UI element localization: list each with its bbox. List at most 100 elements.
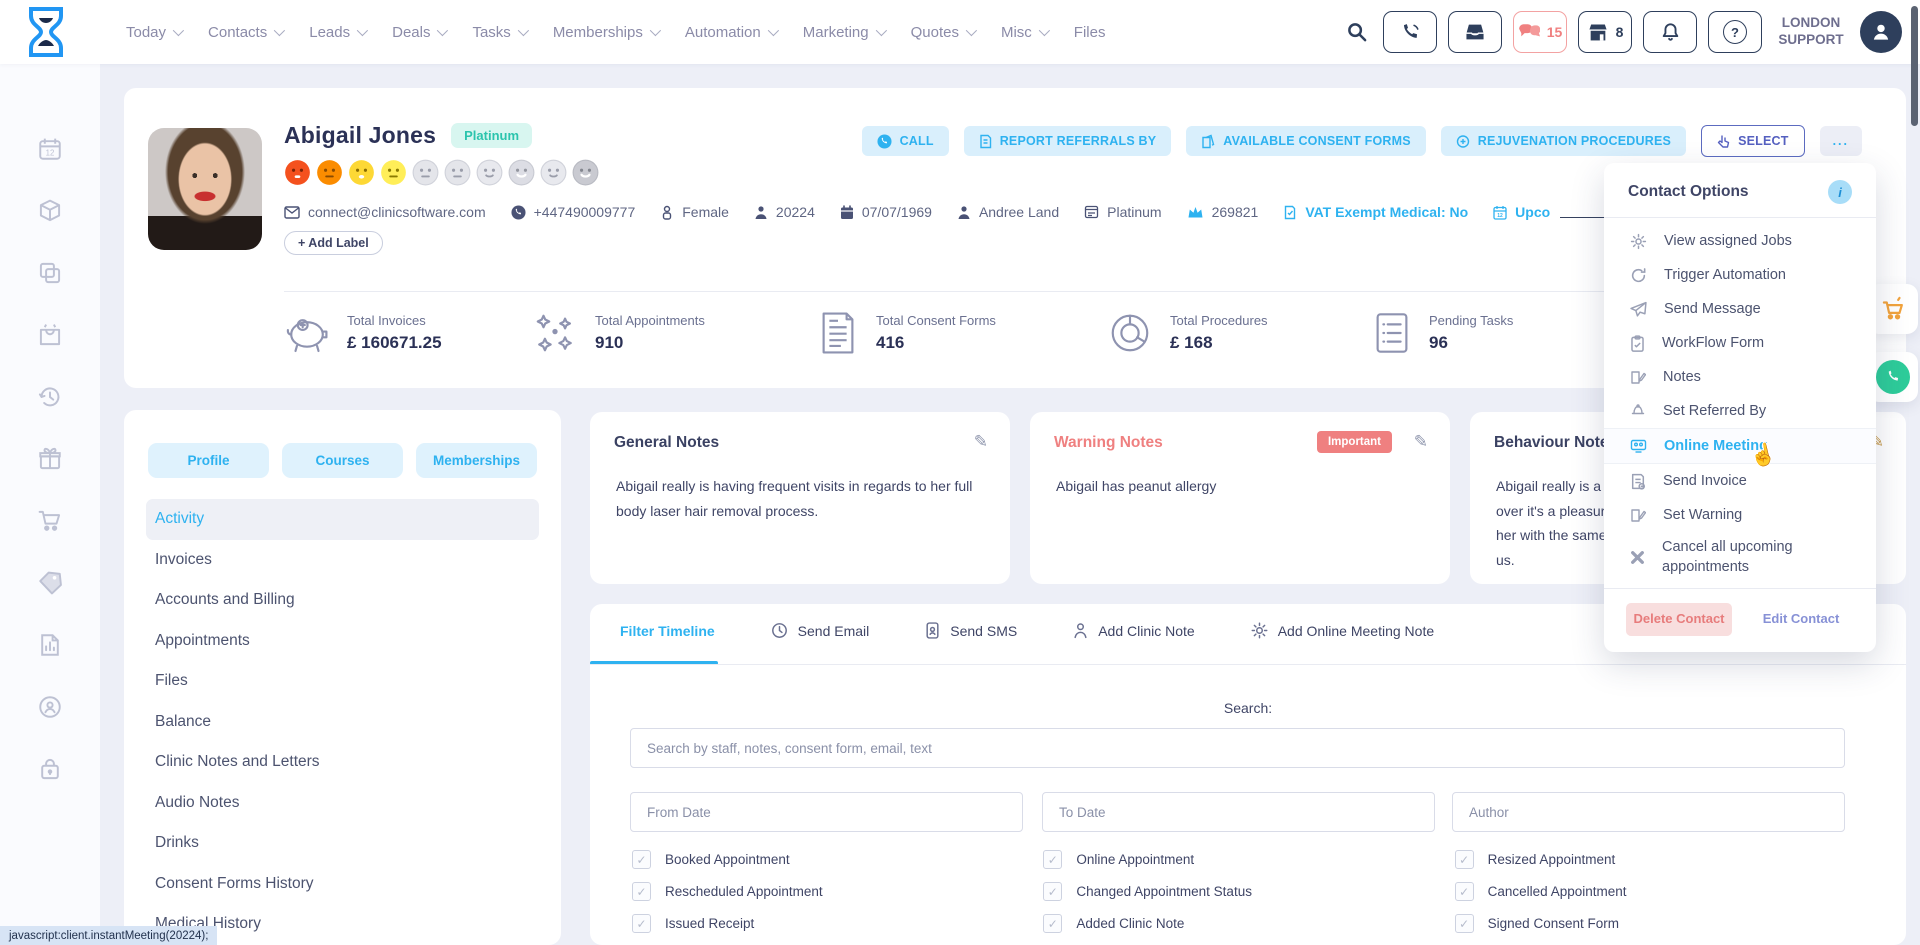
menu-set-warning[interactable]: Set Warning xyxy=(1604,498,1876,532)
section-activity[interactable]: Activity xyxy=(146,499,539,540)
phone-calls-button[interactable] xyxy=(1383,11,1437,53)
from-date-input[interactable] xyxy=(630,792,1023,832)
section-invoices[interactable]: Invoices xyxy=(124,540,561,581)
report-referrals-button[interactable]: REPORT REFERRALS BY xyxy=(964,126,1172,156)
tab-filter-timeline[interactable]: Filter Timeline xyxy=(620,623,715,639)
section-consent-forms-history[interactable]: Consent Forms History xyxy=(124,864,561,905)
nav-quotes[interactable]: Quotes xyxy=(911,24,974,41)
checkbox-checked[interactable] xyxy=(1043,914,1062,933)
inbox-button[interactable] xyxy=(1448,11,1502,53)
menu-cancel-all-upcoming[interactable]: Cancel all upcoming appointments xyxy=(1604,532,1876,582)
calendar-date-icon[interactable]: 12 xyxy=(37,136,63,162)
shopping-bag-icon[interactable] xyxy=(37,322,63,348)
menu-trigger-automation[interactable]: Trigger Automation xyxy=(1604,258,1876,292)
edit-pencil-icon[interactable]: ✎ xyxy=(1414,432,1428,452)
nav-today[interactable]: Today xyxy=(126,24,181,41)
menu-send-invoice[interactable]: Send Invoice xyxy=(1604,464,1876,498)
edit-pencil-icon[interactable]: ✎ xyxy=(974,432,988,452)
mood-icon-8[interactable] xyxy=(508,159,535,186)
add-label-button[interactable]: + Add Label xyxy=(284,231,383,255)
checkbox-checked[interactable] xyxy=(1043,882,1062,901)
section-drinks[interactable]: Drinks xyxy=(124,823,561,864)
edit-contact-button[interactable]: Edit Contact xyxy=(1748,603,1854,636)
checkbox-checked[interactable] xyxy=(1455,850,1474,869)
nav-misc[interactable]: Misc xyxy=(1001,24,1047,41)
lock-icon[interactable] xyxy=(37,756,63,782)
gift-icon[interactable] xyxy=(37,446,63,472)
search-icon[interactable] xyxy=(1342,12,1372,52)
contact-phone[interactable]: +447490009777 xyxy=(511,204,636,220)
menu-send-message[interactable]: Send Message xyxy=(1604,292,1876,326)
clinicsoftware-logo[interactable] xyxy=(24,6,68,58)
chat-messages-button[interactable]: 15 xyxy=(1513,11,1567,53)
checkbox-checked[interactable] xyxy=(1455,882,1474,901)
menu-notes[interactable]: Notes xyxy=(1604,360,1876,394)
tab-profile[interactable]: Profile xyxy=(148,443,269,478)
tab-add-online-meeting-note[interactable]: Add Online Meeting Note xyxy=(1251,622,1434,639)
contact-options-menu: Contact Options i View assigned Jobs Tri… xyxy=(1604,163,1876,652)
history-clock-icon[interactable] xyxy=(37,384,63,410)
user-sync-icon[interactable] xyxy=(37,694,63,720)
store-button[interactable]: 8 xyxy=(1578,11,1632,53)
contact-photo[interactable] xyxy=(148,128,262,250)
nav-contacts[interactable]: Contacts xyxy=(208,24,282,41)
tab-memberships[interactable]: Memberships xyxy=(416,443,537,478)
section-files[interactable]: Files xyxy=(124,661,561,702)
checkbox-checked[interactable] xyxy=(632,882,651,901)
nav-marketing[interactable]: Marketing xyxy=(803,24,884,41)
mood-icon-6[interactable] xyxy=(444,159,471,186)
nav-automation[interactable]: Automation xyxy=(685,24,776,41)
menu-online-meeting[interactable]: Online Meeting xyxy=(1604,428,1876,464)
timeline-search-input[interactable] xyxy=(630,728,1845,768)
mood-icon-5[interactable] xyxy=(412,159,439,186)
help-button[interactable]: ? xyxy=(1708,11,1762,53)
mood-icon-2[interactable] xyxy=(316,159,343,186)
mood-icon-10[interactable] xyxy=(572,159,599,186)
mood-icon-7[interactable] xyxy=(476,159,503,186)
shopping-cart-icon[interactable] xyxy=(37,508,63,534)
tab-add-clinic-note[interactable]: Add Clinic Note xyxy=(1073,622,1195,639)
select-button[interactable]: SELECT xyxy=(1701,125,1805,157)
author-input[interactable] xyxy=(1452,792,1845,832)
vat-exempt-link[interactable]: VAT Exempt Medical: No xyxy=(1283,204,1468,220)
checkbox-checked[interactable] xyxy=(1043,850,1062,869)
call-button[interactable]: CALL xyxy=(862,126,949,156)
mood-icon-1[interactable] xyxy=(284,159,311,186)
nav-memberships[interactable]: Memberships xyxy=(553,24,658,41)
tab-send-email[interactable]: Send Email xyxy=(771,622,870,639)
section-audio-notes[interactable]: Audio Notes xyxy=(124,783,561,824)
copy-frames-icon[interactable] xyxy=(37,260,63,286)
menu-set-referred-by[interactable]: Set Referred By xyxy=(1604,394,1876,428)
tab-courses[interactable]: Courses xyxy=(282,443,403,478)
section-accounts-billing[interactable]: Accounts and Billing xyxy=(124,580,561,621)
more-options-button[interactable]: ... xyxy=(1820,126,1862,156)
scrollbar-thumb[interactable] xyxy=(1911,6,1918,126)
nav-leads[interactable]: Leads xyxy=(309,24,365,41)
mood-icon-4[interactable] xyxy=(380,159,407,186)
available-consent-forms-button[interactable]: AVAILABLE CONSENT FORMS xyxy=(1186,126,1425,156)
nav-deals[interactable]: Deals xyxy=(392,24,445,41)
menu-view-assigned-jobs[interactable]: View assigned Jobs xyxy=(1604,224,1876,258)
mood-icon-3[interactable] xyxy=(348,159,375,186)
section-appointments[interactable]: Appointments xyxy=(124,621,561,662)
nav-files[interactable]: Files xyxy=(1074,24,1106,41)
checkbox-checked[interactable] xyxy=(632,914,651,933)
price-tag-icon[interactable] xyxy=(37,570,63,596)
menu-workflow-form[interactable]: WorkFlow Form xyxy=(1604,326,1876,360)
checkbox-checked[interactable] xyxy=(632,850,651,869)
contact-email[interactable]: connect@clinicsoftware.com xyxy=(284,204,486,220)
to-date-input[interactable] xyxy=(1042,792,1435,832)
info-icon[interactable]: i xyxy=(1828,180,1852,204)
notifications-button[interactable] xyxy=(1643,11,1697,53)
rejuvenation-procedures-button[interactable]: REJUVENATION PROCEDURES xyxy=(1441,126,1686,156)
section-balance[interactable]: Balance xyxy=(124,702,561,743)
user-avatar[interactable] xyxy=(1860,11,1902,53)
tab-send-sms[interactable]: Send SMS xyxy=(925,622,1017,639)
checkbox-checked[interactable] xyxy=(1455,914,1474,933)
section-clinic-notes-letters[interactable]: Clinic Notes and Letters xyxy=(124,742,561,783)
delete-contact-button[interactable]: Delete Contact xyxy=(1626,603,1732,636)
report-chart-icon[interactable] xyxy=(37,632,63,658)
package-box-icon[interactable] xyxy=(37,198,63,224)
mood-icon-9[interactable] xyxy=(540,159,567,186)
nav-tasks[interactable]: Tasks xyxy=(472,24,525,41)
